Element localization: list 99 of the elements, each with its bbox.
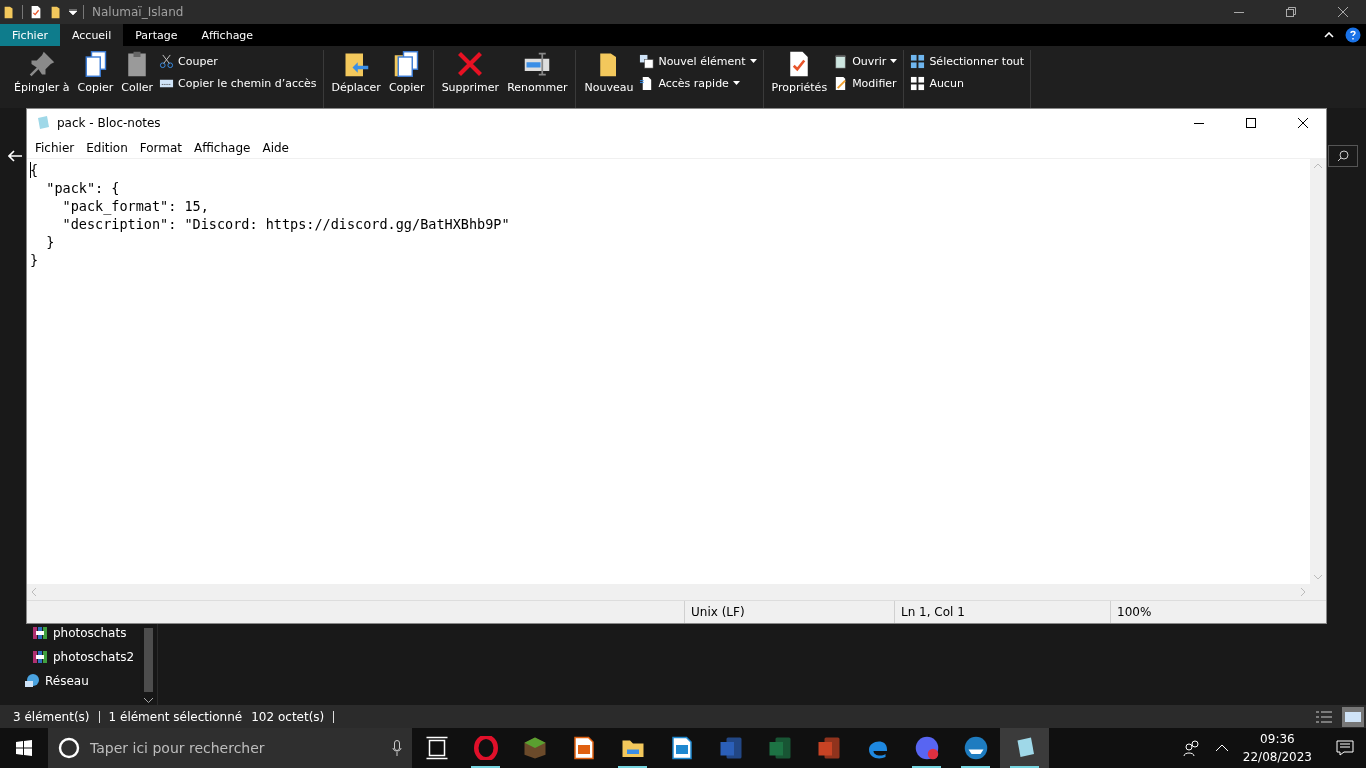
code-line: "description": "Discord: https://discord.gg/BatHXBhb9P" xyxy=(61,215,511,233)
ribbon-button[interactable]: Copier xyxy=(75,50,116,94)
ribbon-button[interactable]: Accès rapide xyxy=(639,74,757,92)
notification-icon[interactable] xyxy=(1336,740,1354,756)
select-all-icon xyxy=(910,53,926,69)
pencil-page-icon xyxy=(833,75,849,91)
ribbon-button[interactable]: Copier le chemin d’accès xyxy=(159,74,317,92)
thumbnail-view-icon[interactable] xyxy=(1342,706,1364,727)
ribbon-button[interactable]: Couper xyxy=(159,52,317,70)
text-editor[interactable]: { "pack": { "pack_format": 15, "description": "Discord: https://discord.gg/BatHXBhb9P" } } xyxy=(27,159,1310,584)
folder-icon xyxy=(49,5,63,19)
menu-item[interactable]: Format xyxy=(133,140,189,155)
zoom-status: 100% xyxy=(1110,601,1326,623)
windows-logo-icon xyxy=(16,740,32,756)
details-view-icon[interactable] xyxy=(1315,709,1333,724)
ribbon-button[interactable]: Nouveau xyxy=(582,50,636,94)
chevron-up-icon xyxy=(1324,32,1334,38)
ribbon-tab[interactable]: Accueil xyxy=(59,24,124,46)
search-field[interactable] xyxy=(1328,145,1358,167)
help-icon xyxy=(1345,27,1361,43)
notepad-icon xyxy=(833,53,849,69)
notepad-icon xyxy=(35,115,51,131)
document-icon xyxy=(571,736,596,760)
close-icon xyxy=(1338,7,1348,17)
scissors-icon xyxy=(159,53,175,69)
menu-item[interactable]: Affichage xyxy=(188,140,257,155)
back-arrow-icon[interactable] xyxy=(8,150,22,162)
scrollbar-thumb[interactable] xyxy=(144,628,153,692)
restore-icon xyxy=(1286,7,1296,17)
item-count: 3 élément(s) xyxy=(13,709,90,724)
pin-icon xyxy=(27,50,56,78)
folder-pages-icon xyxy=(392,50,421,78)
folder-icon xyxy=(2,5,16,19)
minimize-icon xyxy=(1234,11,1244,13)
ribbon-button[interactable]: Sélectionner tout xyxy=(910,52,1025,70)
ribbon-button[interactable]: Ouvrir xyxy=(833,52,898,70)
boat-icon xyxy=(963,736,988,760)
archive-icon xyxy=(32,649,48,665)
selection-info: 1 élément sélectionné xyxy=(108,709,243,724)
search-icon xyxy=(1337,150,1349,162)
window-title: Nalumaï_Island xyxy=(92,5,184,19)
code-line: } xyxy=(30,251,40,269)
chevron-up-icon[interactable] xyxy=(1214,744,1229,752)
microphone-icon[interactable] xyxy=(392,740,402,756)
code-line: "pack": { xyxy=(45,179,121,197)
ribbon-button[interactable]: Modifier xyxy=(833,74,898,92)
file-menu-tab[interactable]: Fichier xyxy=(0,24,60,46)
ribbon-button[interactable]: Épingler à xyxy=(12,50,72,94)
line-ending-status: Unix (LF) xyxy=(684,601,894,623)
dropdown-caret-icon xyxy=(890,59,898,63)
ribbon-button[interactable]: Propriétés xyxy=(769,50,830,94)
new-item-icon xyxy=(639,53,655,69)
taskbar-app-button[interactable] xyxy=(1000,728,1049,768)
grid-icon xyxy=(910,75,926,91)
minimize-icon xyxy=(1194,122,1204,124)
code-line: } xyxy=(45,233,56,251)
document-icon xyxy=(669,736,694,760)
circle-icon xyxy=(58,737,80,759)
close-icon xyxy=(1298,118,1308,128)
ribbon-button[interactable]: Nouvel élément xyxy=(639,52,757,70)
rename-icon xyxy=(523,50,552,78)
file-size: 102 octet(s) xyxy=(251,709,325,724)
ribbon-button[interactable]: Coller xyxy=(119,50,156,94)
clock[interactable]: 09:36 22/08/2023 xyxy=(1242,730,1312,766)
ribbon-button[interactable]: Renommer xyxy=(505,50,570,94)
ribbon-button[interactable]: Copier xyxy=(386,50,427,94)
office-app-icon xyxy=(718,736,743,760)
opera-o-icon xyxy=(473,736,498,760)
checked-page-icon xyxy=(29,5,43,19)
ribbon-button[interactable]: Supprimer xyxy=(439,50,502,94)
menu-item[interactable]: Fichier xyxy=(29,140,81,155)
menu-item[interactable]: Aide xyxy=(256,140,295,155)
ribbon-tab[interactable]: Partage xyxy=(123,24,190,46)
dropdown-caret-icon xyxy=(749,59,757,63)
dropdown-caret-icon[interactable] xyxy=(69,9,77,15)
network-icon xyxy=(24,673,40,689)
office-app-icon xyxy=(816,736,841,760)
task-view-icon xyxy=(424,736,449,760)
discord-icon xyxy=(914,736,939,760)
ribbon-button[interactable]: Aucun xyxy=(910,74,1025,92)
dropdown-caret-icon xyxy=(732,81,740,85)
nav-item[interactable]: photoschats2 xyxy=(0,645,140,669)
grass-block-icon xyxy=(522,736,547,760)
office-app-icon xyxy=(767,736,792,760)
code-line: "pack_format": 15, xyxy=(61,197,210,215)
taskbar-search-field[interactable]: Taper ici pour rechercher xyxy=(48,728,412,768)
cursor-position-status: Ln 1, Col 1 xyxy=(894,601,1110,623)
ribbon-button[interactable]: Déplacer xyxy=(329,50,383,94)
menu-item[interactable]: Edition xyxy=(80,140,134,155)
window-title: pack - Bloc-notes xyxy=(57,116,161,130)
archive-icon xyxy=(32,625,48,641)
nav-item[interactable]: Réseau xyxy=(0,669,140,693)
people-icon[interactable] xyxy=(1182,740,1201,756)
code-line: { xyxy=(30,161,40,179)
ribbon-tab[interactable]: Affichage xyxy=(189,24,266,46)
maximize-icon xyxy=(1246,118,1256,128)
scroll-down-icon[interactable] xyxy=(144,698,153,703)
nav-item[interactable]: photoschats xyxy=(0,621,140,645)
delete-icon xyxy=(456,50,485,78)
